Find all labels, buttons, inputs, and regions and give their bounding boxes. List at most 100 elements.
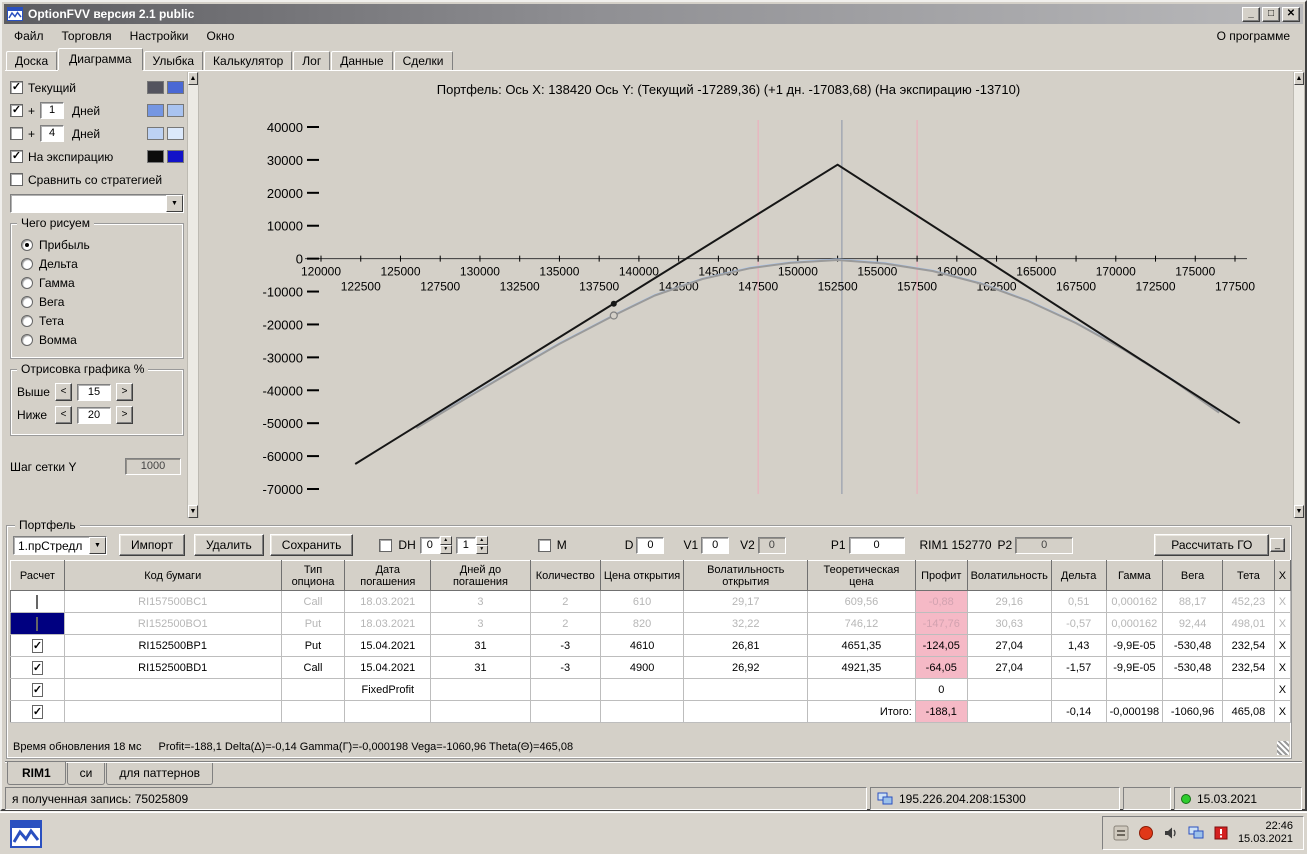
sidebar-scrollbar[interactable]: ▲ ▼ [187,72,199,518]
v1-input[interactable]: 0 [701,536,730,554]
spin-down-icon[interactable]: ▼ [475,545,488,554]
above-decrease-button[interactable]: < [55,383,72,401]
menu-item-2[interactable]: Настройки [121,27,198,45]
table-row-0[interactable]: RI157500BC1 Call 18.03.2021 3 2 610 29,17 609,5… [10,590,1292,613]
above-increase-button[interactable]: > [116,383,133,401]
column-header-7[interactable]: Волатильность открытия [683,560,809,591]
row-checkbox[interactable] [36,594,39,609]
tab-2[interactable]: Улыбка [143,51,204,70]
m-checkbox[interactable] [537,538,551,552]
minimize-button[interactable]: _ [1242,6,1260,22]
tab-1[interactable]: Диаграмма [58,48,143,70]
spin-up-icon[interactable]: ▲ [439,536,452,545]
column-header-14[interactable]: Тета [1222,560,1275,591]
chevron-down-icon[interactable]: ▼ [89,536,106,554]
color-swatch[interactable] [167,104,184,117]
color-swatch[interactable] [167,81,184,94]
scroll-up-icon[interactable]: ▲ [1294,72,1304,85]
grid-step-input[interactable]: 1000 [125,458,181,475]
scroll-down-icon[interactable]: ▼ [188,505,198,518]
dh-spinner-a[interactable]: 0 ▲ ▼ [419,536,452,554]
dh-checkbox[interactable] [379,538,393,552]
preset-combobox[interactable]: 1.прСтредл ▼ [13,535,107,555]
color-swatch[interactable] [147,104,164,117]
radio-button[interactable] [21,238,33,251]
tab-5[interactable]: Данные [331,51,393,70]
collapse-button[interactable]: _ [1270,538,1285,552]
radio-button[interactable] [21,295,33,308]
column-header-4[interactable]: Дней до погашения [430,560,531,591]
p2-input[interactable]: 0 [1015,536,1074,554]
bottom-tab-2[interactable]: для паттернов [106,763,213,785]
radio-button[interactable] [21,257,33,270]
column-header-5[interactable]: Количество [529,560,601,591]
table-row-2[interactable]: ✓ RI152500BP1 Put 15.04.2021 31 -3 4610 26,81 46… [10,634,1292,657]
tab-6[interactable]: Сделки [393,51,453,70]
delete-button[interactable]: Удалить [193,534,264,556]
menu-item-3[interactable]: Окно [198,27,244,45]
color-swatch[interactable] [147,81,164,94]
spin-up-icon[interactable]: ▲ [475,536,488,545]
curve-checkbox[interactable]: ✓ [10,150,23,163]
scroll-up-icon[interactable]: ▲ [188,72,198,85]
column-header-0[interactable]: Расчет [10,560,65,591]
curve-checkbox[interactable]: ✓ [10,81,23,94]
strategy-combobox[interactable]: ▼ [10,194,184,213]
p1-input[interactable]: 0 [848,536,905,554]
row-checkbox[interactable]: ✓ [31,660,44,675]
menu-item-0[interactable]: Файл [5,27,53,45]
network-tray-icon[interactable] [1188,825,1204,841]
row-delete-button[interactable]: X [1274,678,1292,701]
days-input[interactable]: 1 [40,102,64,119]
column-header-3[interactable]: Дата погашения [344,560,432,591]
input-language-icon[interactable] [1113,825,1129,841]
table-row-5[interactable]: ✓ Итого: -188,1 -0,14 -0,000198 -1060,96 465,0… [10,700,1292,723]
radio-button[interactable] [21,276,33,289]
bottom-tab-0[interactable]: RIM1 [7,762,66,785]
volume-icon[interactable] [1163,825,1179,841]
chevron-down-icon[interactable]: ▼ [166,195,183,212]
above-percent-input[interactable]: 15 [77,383,111,401]
color-swatch[interactable] [167,150,184,163]
tab-3[interactable]: Калькулятор [204,51,293,70]
row-delete-button[interactable]: X [1274,634,1292,657]
v2-input[interactable]: 0 [757,536,786,554]
row-checkbox[interactable] [36,616,39,631]
column-header-11[interactable]: Дельта [1050,560,1107,591]
column-header-1[interactable]: Код бумаги [63,560,282,591]
tab-4[interactable]: Лог [293,51,331,70]
alert-tray-icon[interactable] [1213,825,1229,841]
curve-checkbox[interactable] [10,173,23,186]
dh-spinner-b[interactable]: 1 ▲ ▼ [455,536,488,554]
curve-checkbox[interactable] [10,127,23,140]
column-header-12[interactable]: Гамма [1105,560,1164,591]
color-swatch[interactable] [167,127,184,140]
row-calc-cell[interactable] [10,590,65,613]
row-checkbox[interactable]: ✓ [31,682,44,697]
curve-checkbox[interactable]: ✓ [10,104,23,117]
dh-spinner-a-value[interactable]: 0 [419,536,440,554]
import-button[interactable]: Импорт [119,534,185,556]
tab-0[interactable]: Доска [6,51,58,70]
table-row-3[interactable]: ✓ RI152500BD1 Call 15.04.2021 31 -3 4900 26,92 4… [10,656,1292,679]
row-calc-cell[interactable]: ✓ [10,634,65,657]
calc-margin-button[interactable]: Рассчитать ГО [1154,534,1270,556]
row-delete-button[interactable]: X [1274,700,1292,723]
below-percent-input[interactable]: 20 [77,406,111,424]
chart-scrollbar[interactable]: ▲ ▼ [1293,72,1305,518]
bottom-tab-1[interactable]: си [66,763,106,785]
menu-item-1[interactable]: Торговля [53,27,121,45]
days-input[interactable]: 4 [40,125,64,142]
column-header-9[interactable]: Профит [914,560,968,591]
radio-button[interactable] [21,333,33,346]
column-header-15[interactable]: X [1273,560,1292,591]
d-input[interactable]: 0 [636,536,665,554]
save-button[interactable]: Сохранить [269,534,354,556]
radio-button[interactable] [21,314,33,327]
row-delete-button[interactable]: X [1274,590,1292,613]
column-header-6[interactable]: Цена открытия [599,560,685,591]
row-calc-cell[interactable]: ✓ [10,656,65,679]
taskbar-app-icon[interactable] [10,818,42,850]
app-tray-icon[interactable] [1138,825,1154,841]
resize-grip[interactable] [1277,741,1289,755]
